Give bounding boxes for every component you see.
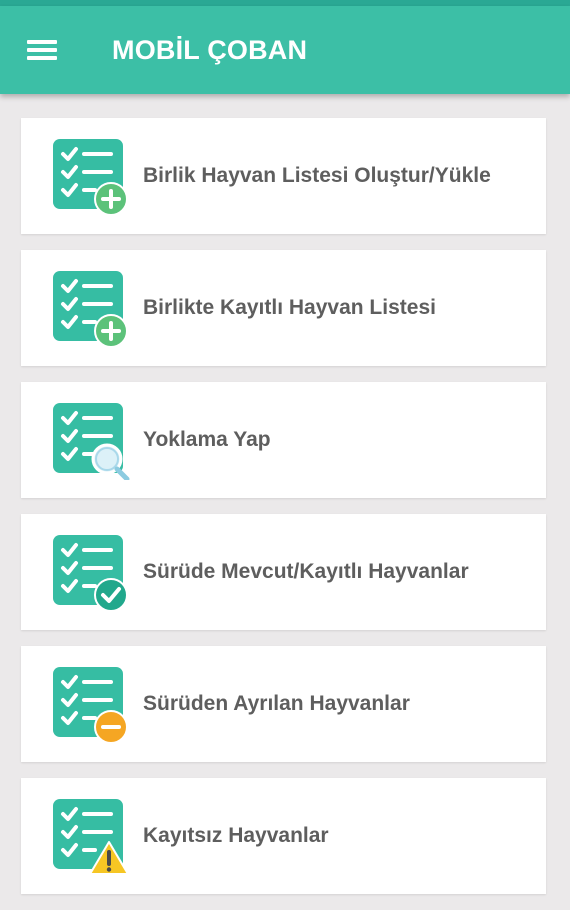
menu-item-label: Birlik Hayvan Listesi Oluştur/Yükle (143, 164, 491, 187)
checklist-check-icon (53, 535, 128, 612)
menu-list: Birlik Hayvan Listesi Oluştur/Yükle Birl… (21, 118, 546, 910)
menu-item-unregistered-animals[interactable]: Kayıtsız Hayvanlar (21, 778, 546, 894)
checklist-add-icon (53, 271, 128, 348)
menu-item-label: Yoklama Yap (143, 428, 271, 451)
menu-item-label: Sürüde Mevcut/Kayıtlı Hayvanlar (143, 560, 469, 583)
menu-item-label: Kayıtsız Hayvanlar (143, 824, 329, 847)
menu-item-registered-animal-list[interactable]: Birlikte Kayıtlı Hayvan Listesi (21, 250, 546, 366)
hamburger-menu-icon[interactable] (17, 30, 65, 70)
menu-item-roll-call[interactable]: Yoklama Yap (21, 382, 546, 498)
menu-item-label: Birlikte Kayıtlı Hayvan Listesi (143, 296, 436, 319)
checklist-warning-icon (53, 799, 129, 875)
app-title: MOBİL ÇOBAN (112, 35, 308, 65)
menu-item-create-animal-list[interactable]: Birlik Hayvan Listesi Oluştur/Yükle (21, 118, 546, 234)
checklist-remove-icon (53, 667, 128, 744)
checklist-search-icon (53, 403, 130, 480)
menu-item-herd-present-animals[interactable]: Sürüde Mevcut/Kayıtlı Hayvanlar (21, 514, 546, 630)
menu-item-label: Sürüden Ayrılan Hayvanlar (143, 692, 410, 715)
menu-item-departed-animals[interactable]: Sürüden Ayrılan Hayvanlar (21, 646, 546, 762)
app-bar: MOBİL ÇOBAN (0, 6, 570, 94)
checklist-add-icon (53, 139, 128, 216)
